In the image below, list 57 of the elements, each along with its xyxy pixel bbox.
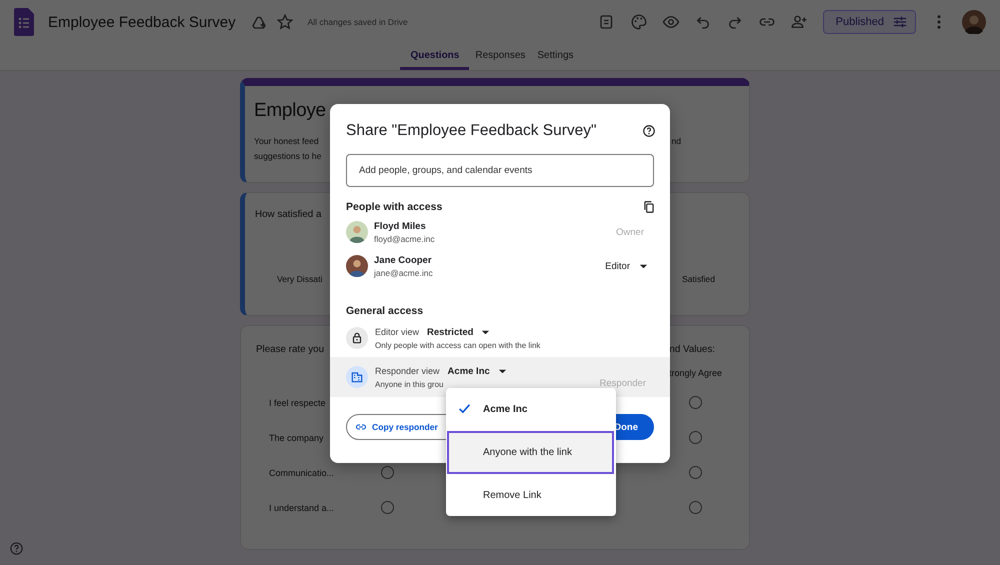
caret-icon — [639, 262, 648, 270]
access-dropdown[interactable]: Acme Inc — [448, 366, 507, 376]
access-description: Only people with access can open with the link — [375, 340, 542, 350]
caret-icon — [498, 366, 507, 376]
access-description: Anyone in this grou — [375, 380, 444, 388]
person-email: floyd@acme.inc — [374, 234, 436, 244]
radio-button[interactable] — [381, 501, 394, 514]
radio-button[interactable] — [689, 396, 702, 409]
star-icon[interactable] — [276, 13, 294, 31]
access-dropdown[interactable]: Restricted — [427, 326, 490, 338]
building-icon — [350, 370, 364, 384]
radio-button[interactable] — [689, 466, 702, 479]
person-avatar — [346, 255, 368, 277]
account-avatar[interactable] — [962, 10, 986, 34]
row-label: I feel respecte — [269, 398, 327, 408]
check-icon — [458, 402, 471, 415]
radio-button[interactable] — [381, 466, 394, 479]
role-dropdown[interactable]: Editor — [605, 260, 648, 272]
add-person-icon[interactable] — [790, 13, 808, 31]
access-label: Editor view — [375, 327, 420, 337]
person-name: Jane Cooper — [374, 254, 433, 266]
menu-item[interactable]: Anyone with the link — [447, 431, 614, 474]
question-title: nd Values: — [669, 344, 715, 355]
person-name: Floyd Miles — [374, 220, 427, 232]
question-title: How satisfied a — [255, 209, 322, 220]
lock-icon — [350, 331, 364, 345]
help-icon[interactable] — [642, 124, 656, 138]
row-label: The company — [269, 432, 325, 442]
row-label: Communicatio... — [269, 468, 336, 478]
preview-eye-icon[interactable] — [662, 13, 680, 31]
form-title: Employe — [254, 100, 327, 122]
role-label: Responder — [600, 378, 646, 388]
sliders-icon — [893, 15, 907, 29]
person-email: jane@acme.inc — [374, 268, 434, 278]
access-label: Responder view — [375, 366, 440, 376]
palette-icon[interactable] — [630, 13, 648, 31]
scale-label: Satisfied — [682, 274, 715, 284]
menu-item[interactable]: Remove Link — [446, 474, 616, 517]
description-text: nd — [671, 135, 681, 148]
description-text: suggestions to he — [254, 150, 322, 163]
section-heading: People with access — [346, 201, 442, 213]
question-title: Please rate you — [256, 344, 324, 355]
section-heading: General access — [346, 305, 424, 317]
forms-logo-icon[interactable] — [14, 8, 34, 36]
row-label: I understand a... — [269, 502, 336, 512]
radio-button[interactable] — [689, 431, 702, 444]
add-people-field[interactable]: Add people, groups, and calendar events — [346, 154, 654, 187]
scale-label: Very Dissati — [277, 274, 322, 284]
dialog-title: Share "Employee Feedback Survey" — [346, 122, 597, 140]
radio-button[interactable] — [689, 501, 702, 514]
save-status: All changes saved in Drive — [308, 17, 408, 27]
role-label: Owner — [616, 226, 644, 238]
person-avatar — [346, 221, 368, 243]
description-text: Your honest feed — [254, 135, 319, 148]
copy-icon[interactable] — [642, 200, 656, 214]
caret-icon — [481, 328, 490, 336]
column-header: trongly Agree — [668, 368, 724, 378]
